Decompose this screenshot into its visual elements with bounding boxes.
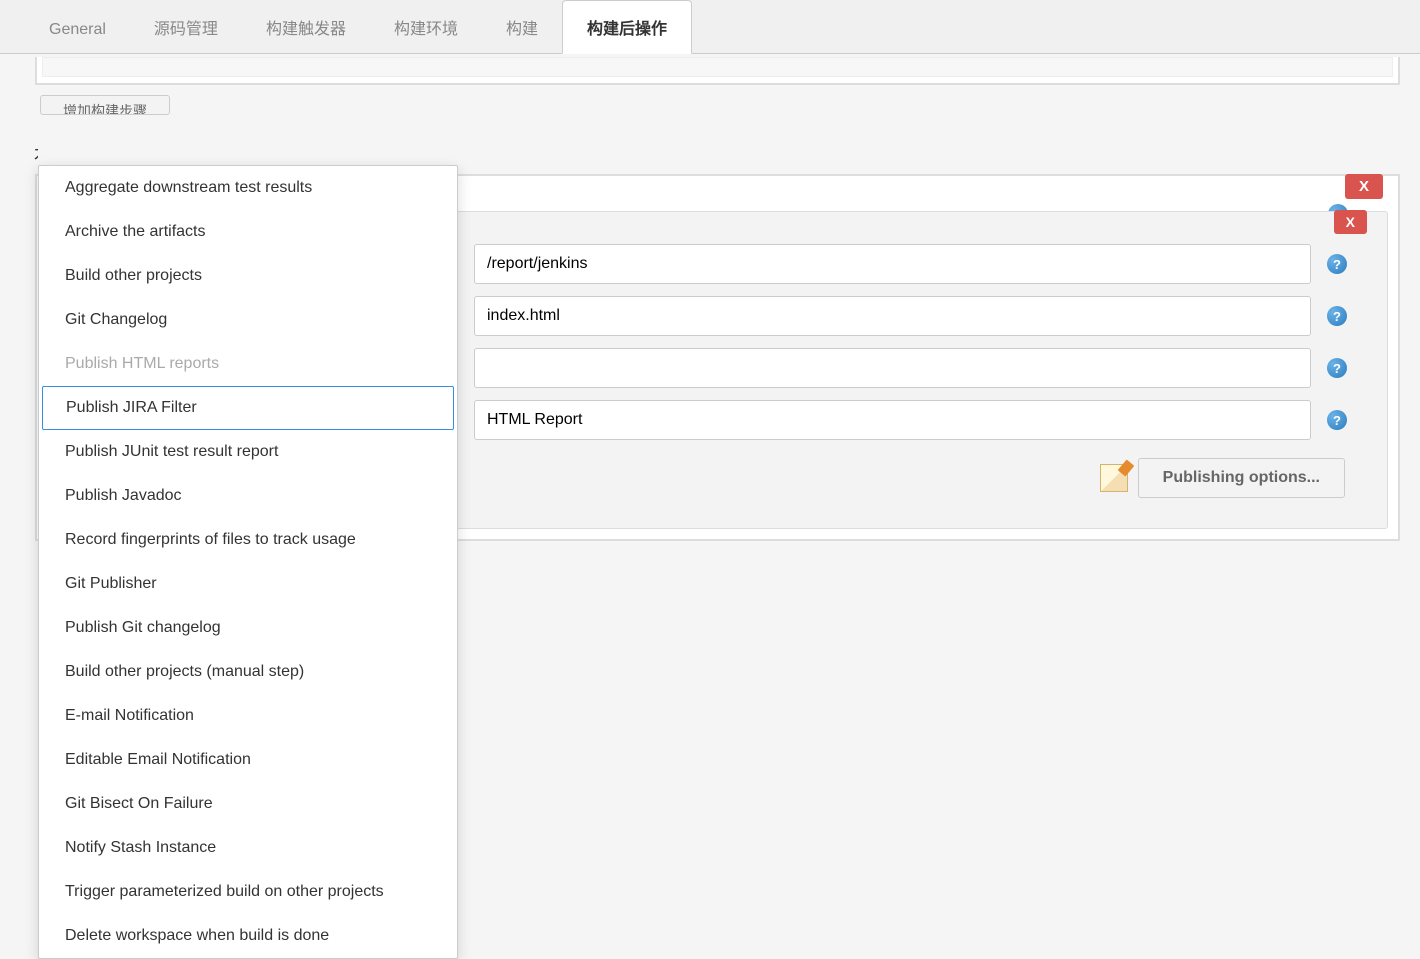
menu-item[interactable]: Git Changelog	[39, 298, 457, 342]
close-step-button[interactable]: X	[1345, 174, 1383, 199]
menu-item[interactable]: Publish Git changelog	[39, 606, 457, 650]
menu-item[interactable]: Git Publisher	[39, 562, 457, 606]
publishing-options-button[interactable]: Publishing options...	[1138, 458, 1345, 498]
help-icon[interactable]: ?	[1327, 410, 1347, 430]
menu-item[interactable]: Build other projects	[39, 254, 457, 298]
section-title-text: 木	[34, 140, 38, 162]
help-icon[interactable]: ?	[1327, 306, 1347, 326]
menu-item[interactable]: Publish JIRA Filter	[42, 386, 454, 430]
tab-postbuild[interactable]: 构建后操作	[562, 0, 692, 54]
menu-item[interactable]: E-mail Notification	[39, 694, 457, 738]
tab-scm[interactable]: 源码管理	[130, 1, 242, 53]
menu-item: Publish HTML reports	[39, 342, 457, 386]
index-title-input[interactable]	[474, 348, 1311, 388]
menu-item[interactable]: Notify Stash Instance	[39, 826, 457, 870]
tab-bar: General 源码管理 构建触发器 构建环境 构建 构建后操作	[0, 0, 1420, 54]
content-area: 增加构建步骤 木 X ? X ? ? ) ?	[0, 57, 1420, 600]
menu-item[interactable]: Editable Email Notification	[39, 738, 457, 782]
close-report-button[interactable]: X	[1334, 210, 1367, 234]
menu-item[interactable]: Trigger parameterized build on other pro…	[39, 870, 457, 914]
menu-item[interactable]: Archive the artifacts	[39, 210, 457, 254]
help-icon[interactable]: ?	[1327, 254, 1347, 274]
tab-triggers[interactable]: 构建触发器	[242, 1, 370, 53]
add-build-step-button-cut[interactable]: 增加构建步骤	[40, 95, 170, 115]
help-icon[interactable]: ?	[1327, 358, 1347, 378]
index-page-input[interactable]	[474, 296, 1311, 336]
tab-general[interactable]: General	[25, 7, 130, 53]
menu-item[interactable]: Delete workspace when build is done	[39, 914, 457, 958]
report-title-input[interactable]	[474, 400, 1311, 440]
menu-item[interactable]: Aggregate downstream test results	[39, 166, 457, 210]
menu-item[interactable]: Git Bisect On Failure	[39, 782, 457, 826]
menu-item[interactable]: Publish JUnit test result report	[39, 430, 457, 474]
postbuild-dropdown-menu: Aggregate downstream test resultsArchive…	[38, 165, 458, 959]
html-dir-input[interactable]	[474, 244, 1311, 284]
menu-item[interactable]: Build other projects (manual step)	[39, 650, 457, 694]
menu-item[interactable]: Record fingerprints of files to track us…	[39, 518, 457, 562]
tab-build[interactable]: 构建	[482, 1, 562, 53]
prev-section-inner	[42, 57, 1393, 77]
menu-item[interactable]: Publish Javadoc	[39, 474, 457, 518]
tab-env[interactable]: 构建环境	[370, 1, 482, 53]
notepad-icon	[1100, 464, 1128, 492]
prev-section-box	[35, 57, 1400, 85]
